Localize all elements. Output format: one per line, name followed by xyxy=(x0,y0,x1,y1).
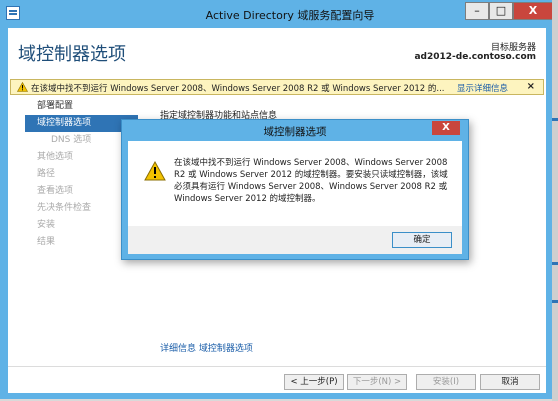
ok-button[interactable]: 确定 xyxy=(392,232,452,248)
next-button[interactable]: 下一步(N) > xyxy=(347,374,407,390)
nav-item-paths: 路径 xyxy=(37,169,56,179)
dialog-close-button[interactable]: X xyxy=(432,121,460,135)
background-window-edge xyxy=(552,0,558,401)
dialog-body: 在该域中找不到运行 Windows Server 2008、Windows Se… xyxy=(128,141,462,254)
warning-icon xyxy=(16,81,29,95)
back-button[interactable]: < 上一步(P) xyxy=(284,374,344,390)
target-server-name: ad2012-de.contoso.com xyxy=(414,52,536,62)
title-bar: Active Directory 域服务配置向导 – □ X xyxy=(0,0,553,28)
nav-item-review: 查看选项 xyxy=(37,186,74,196)
warning-close-icon[interactable]: × xyxy=(527,81,535,92)
nav-item-install: 安装 xyxy=(37,220,56,230)
page-title: 域控制器选项 xyxy=(18,44,126,65)
warning-icon xyxy=(144,160,166,184)
nav-item-additional-options: 其他选项 xyxy=(37,152,74,162)
install-button[interactable]: 安装(I) xyxy=(416,374,476,390)
nav-item-dns-options: DNS 选项 xyxy=(51,135,92,145)
window-title: Active Directory 域服务配置向导 xyxy=(205,9,375,22)
nav-item-results: 结果 xyxy=(37,237,56,247)
warning-text: 在该域中找不到运行 Windows Server 2008、Windows Se… xyxy=(31,84,445,94)
show-details-link[interactable]: 显示详细信息 xyxy=(457,82,508,94)
dialog-footer: 确定 xyxy=(128,226,462,254)
maximize-button[interactable]: □ xyxy=(489,2,513,20)
nav-item-deployment[interactable]: 部署配置 xyxy=(8,98,138,115)
close-button[interactable]: X xyxy=(513,2,553,20)
minimize-button[interactable]: – xyxy=(465,2,489,20)
footer-divider xyxy=(8,366,546,367)
dialog-title: 域控制器选项 xyxy=(263,126,327,138)
warning-bar: 在该域中找不到运行 Windows Server 2008、Windows Se… xyxy=(10,79,544,95)
dc-options-dialog: 域控制器选项 X 在该域中找不到运行 Windows Server 2008、W… xyxy=(121,119,469,260)
server-manager-icon xyxy=(6,6,20,20)
cancel-button[interactable]: 取消 xyxy=(480,374,540,390)
wizard-navigation: 部署配置 域控制器选项 DNS 选项 其他选项 路径 查看选项 先决条件检查 安… xyxy=(8,98,138,251)
more-info-link[interactable]: 详细信息 域控制器选项 xyxy=(160,341,253,354)
nav-item-prereq: 先决条件检查 xyxy=(37,203,92,213)
dialog-message: 在该域中找不到运行 Windows Server 2008、Windows Se… xyxy=(174,158,448,204)
